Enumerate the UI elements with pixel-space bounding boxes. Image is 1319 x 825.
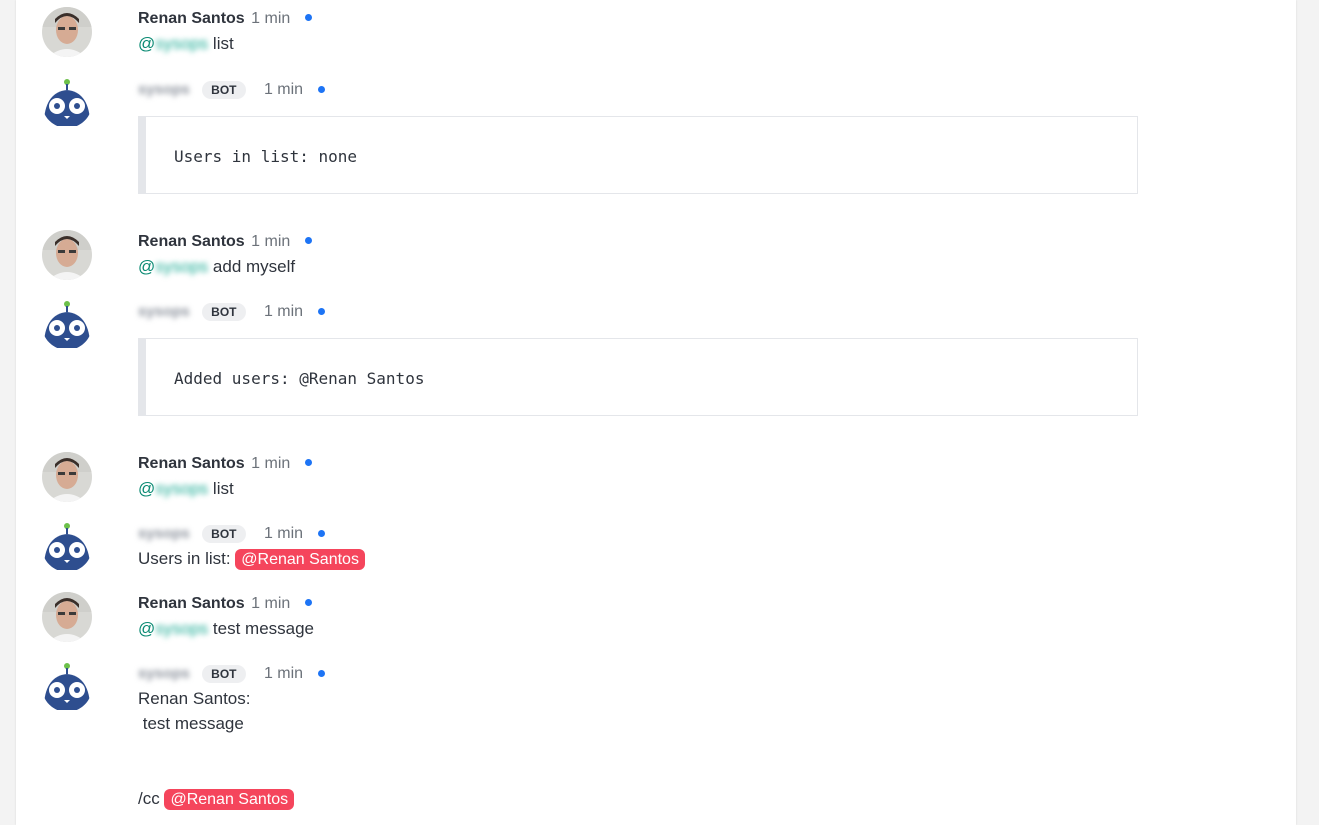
robot-icon: [42, 78, 92, 128]
unread-indicator: [317, 669, 325, 677]
avatar-bot[interactable]: [42, 662, 92, 712]
robot-icon: [42, 300, 92, 350]
message-time[interactable]: 1 min: [251, 455, 290, 472]
user-photo-icon: [42, 452, 92, 502]
avatar-renan[interactable]: [42, 592, 92, 642]
user-mention[interactable]: @Renan Santos: [235, 549, 365, 570]
message-list: Renan Santos 1 min @sysops list sysops B…: [16, 0, 1296, 825]
user-mention[interactable]: @Renan Santos: [164, 789, 295, 810]
code-block: Added users: @Renan Santos: [138, 338, 1138, 416]
bot-mention[interactable]: @sysops: [138, 257, 208, 276]
message-time[interactable]: 1 min: [251, 10, 290, 27]
message-time[interactable]: 1 min: [264, 665, 303, 682]
code-text: Users in list: none: [174, 147, 358, 166]
unread-indicator: [304, 14, 312, 22]
message-time[interactable]: 1 min: [251, 595, 290, 612]
avatar-bot[interactable]: [42, 78, 92, 128]
message-text: add myself: [208, 257, 296, 276]
cc-label: /cc: [138, 789, 165, 808]
username[interactable]: Renan Santos: [138, 233, 245, 250]
unread-indicator: [317, 529, 325, 537]
bot-username[interactable]: sysops: [138, 522, 190, 546]
unread-indicator: [317, 85, 325, 93]
bot-badge: BOT: [202, 81, 246, 99]
bot-mention[interactable]: @sysops: [138, 619, 208, 638]
message-time[interactable]: 1 min: [264, 525, 303, 542]
message-time[interactable]: 1 min: [264, 81, 303, 98]
unread-indicator: [304, 599, 312, 607]
message-text: list: [208, 479, 234, 498]
message-text: Users in list:: [138, 549, 236, 568]
bot-username[interactable]: sysops: [138, 78, 190, 102]
robot-icon: [42, 522, 92, 572]
bot-badge: BOT: [202, 525, 246, 543]
bot-username[interactable]: sysops: [138, 662, 190, 686]
message-time[interactable]: 1 min: [251, 233, 290, 250]
username[interactable]: Renan Santos: [138, 10, 245, 27]
message-text: list: [208, 34, 234, 53]
username[interactable]: Renan Santos: [138, 455, 245, 472]
unread-indicator: [317, 307, 325, 315]
unread-indicator: [304, 237, 312, 245]
bot-badge: BOT: [202, 665, 246, 683]
code-text: Added users: @Renan Santos: [174, 369, 425, 388]
avatar-bot[interactable]: [42, 300, 92, 350]
message-text: test message: [208, 619, 315, 638]
user-photo-icon: [42, 230, 92, 280]
message-text: test message: [138, 714, 244, 733]
code-block: Users in list: none: [138, 116, 1138, 194]
unread-indicator: [304, 459, 312, 467]
avatar-renan[interactable]: [42, 7, 92, 57]
bot-username[interactable]: sysops: [138, 300, 190, 324]
bot-mention[interactable]: @sysops: [138, 34, 208, 53]
avatar-bot[interactable]: [42, 522, 92, 572]
avatar-renan[interactable]: [42, 452, 92, 502]
message-time[interactable]: 1 min: [264, 303, 303, 320]
bot-mention[interactable]: @sysops: [138, 479, 208, 498]
bot-badge: BOT: [202, 303, 246, 321]
message-text: Renan Santos:: [138, 689, 251, 708]
user-photo-icon: [42, 7, 92, 57]
username[interactable]: Renan Santos: [138, 595, 245, 612]
avatar-renan[interactable]: [42, 230, 92, 280]
robot-icon: [42, 662, 92, 712]
user-photo-icon: [42, 592, 92, 642]
